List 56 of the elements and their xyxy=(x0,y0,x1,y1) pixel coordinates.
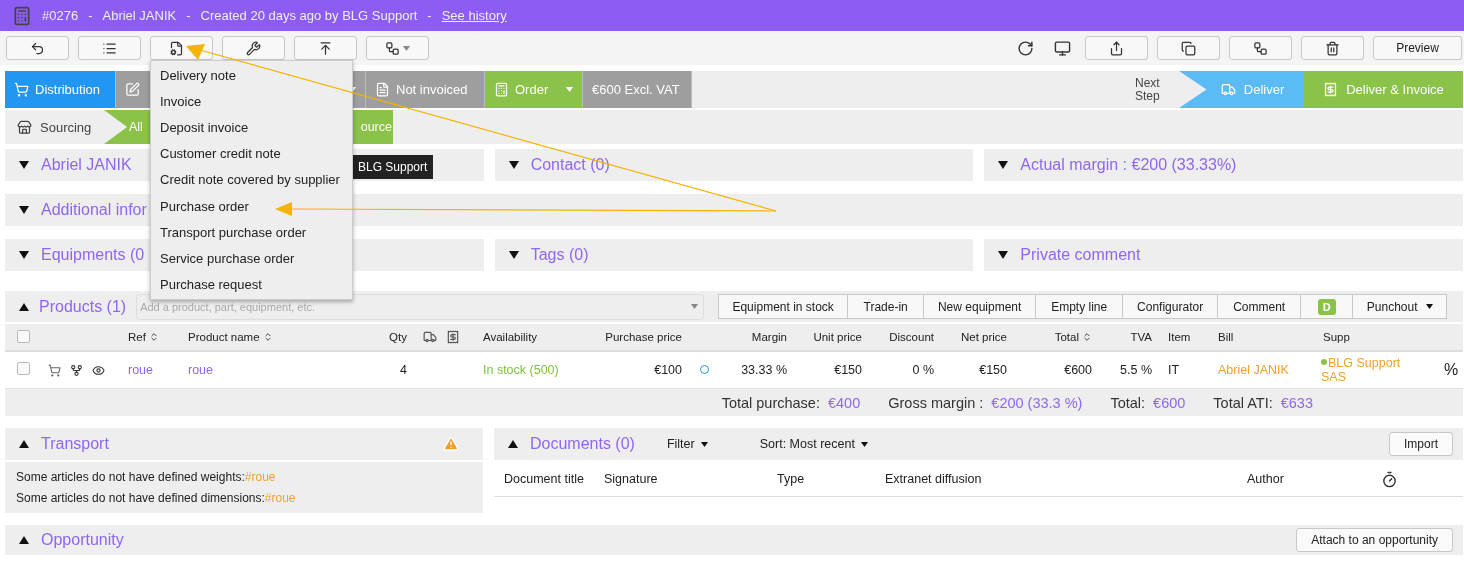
column-header: Author xyxy=(1247,472,1285,486)
warning-message: Some articles do not have defined dimensions:#roue xyxy=(16,491,297,505)
column-header: Availability xyxy=(482,330,539,344)
warning-message: Some articles do not have defined weights:#roue xyxy=(16,470,277,484)
column-header: Extranet diffusion xyxy=(885,472,983,486)
column-header: Purchase price xyxy=(604,330,683,344)
section-title: Actual margin : €200 (33.33%) xyxy=(1020,156,1237,174)
section-title: Tags (0) xyxy=(530,246,589,264)
column-header: TVA xyxy=(1129,330,1153,344)
column-header: Margin xyxy=(750,330,788,344)
table-cell-text: €100 xyxy=(653,363,683,377)
total-value: €633 xyxy=(1280,394,1313,411)
total-label: Total purchase: xyxy=(721,394,820,411)
table-cell-text: 33.33 % xyxy=(740,363,788,377)
percent-unit: % xyxy=(1443,363,1460,377)
table-cell-text: €150 xyxy=(978,363,1008,377)
header-text: - xyxy=(88,8,93,23)
column-header: Signature xyxy=(604,472,659,486)
section-title: Abriel JANIK xyxy=(41,156,132,174)
table-cell-text: €150 xyxy=(833,363,863,377)
column-header: Unit price xyxy=(812,330,863,344)
table-cell-text: IT xyxy=(1167,363,1181,377)
column-header: Bill xyxy=(1217,330,1235,344)
table-cell-text: 5.5 % xyxy=(1119,363,1153,377)
column-header: Discount xyxy=(888,330,935,344)
column-header: Qty xyxy=(388,330,408,344)
column-header: Type xyxy=(777,472,806,486)
table-cell-text: 0 % xyxy=(911,363,935,377)
table-cell-text: 4 xyxy=(399,363,408,377)
total-value: €400 xyxy=(827,394,861,411)
total-label: Total ATI: xyxy=(1213,394,1273,411)
header-text: - xyxy=(427,8,432,23)
total-value: €200 (33.3 %) xyxy=(991,394,1083,411)
total-label: Gross margin : xyxy=(888,394,984,411)
section-title: Transport xyxy=(41,435,109,453)
availability-cell-text: In stock (500) xyxy=(482,363,560,377)
header-text: #0276 xyxy=(42,8,79,23)
total-label: Total: xyxy=(1110,394,1146,411)
total-value: €600 xyxy=(1153,394,1186,411)
section-title: Documents (0) xyxy=(530,435,635,453)
column-header: Item xyxy=(1167,330,1192,344)
header-text: - xyxy=(186,8,191,23)
header-text: Created 20 days ago by BLG Support xyxy=(200,8,418,23)
section-title: Opportunity xyxy=(41,531,124,549)
column-header: Supp xyxy=(1322,330,1351,344)
next-step-label: Next Step xyxy=(1135,76,1161,103)
section-title: Private comment xyxy=(1020,246,1141,264)
table-cell-text: €600 xyxy=(1063,363,1093,377)
header-text: Abriel JANIK xyxy=(102,8,177,23)
section-title: Products (1) xyxy=(39,297,127,316)
column-header: Net price xyxy=(959,330,1008,344)
section-title: Additional infor xyxy=(41,201,147,219)
section-title: Equipments (0 xyxy=(41,246,145,264)
sourcing-label: Sourcing xyxy=(40,119,92,135)
column-header: Document title xyxy=(504,472,585,486)
tooltip: BLG Support xyxy=(352,155,434,179)
